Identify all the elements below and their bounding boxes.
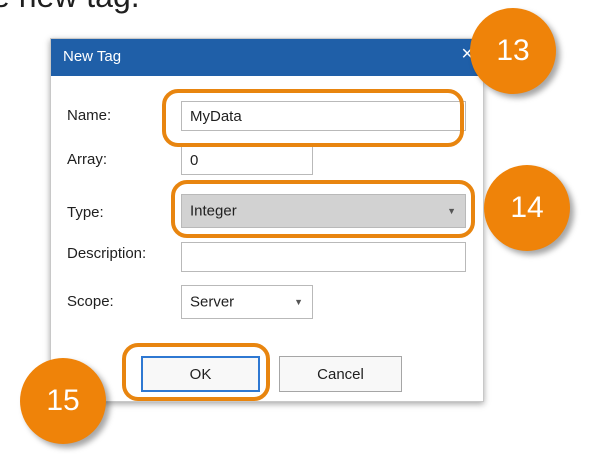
instruction-text: e new tag. — [0, 0, 140, 15]
array-label: Array: — [67, 151, 108, 168]
dialog-title: New Tag — [63, 48, 122, 65]
callout-13: 13 — [470, 8, 556, 94]
type-dropdown-highlight — [171, 180, 475, 238]
scope-dropdown[interactable]: Server ▼ — [181, 285, 313, 319]
description-label: Description: — [67, 245, 147, 262]
description-field[interactable] — [181, 242, 466, 272]
chevron-down-icon[interactable]: ▼ — [294, 297, 303, 307]
ok-button-highlight — [122, 343, 270, 401]
array-field[interactable]: 0 — [181, 145, 313, 175]
array-value: 0 — [190, 151, 199, 169]
callout-15: 15 — [20, 358, 106, 444]
cancel-button[interactable]: Cancel — [279, 356, 402, 392]
name-label: Name: — [67, 107, 112, 124]
name-field-highlight — [162, 89, 464, 147]
dialog-titlebar: New Tag × — [51, 39, 483, 76]
type-label: Type: — [67, 204, 104, 221]
scope-value: Server — [190, 293, 235, 311]
scope-label: Scope: — [67, 293, 114, 310]
callout-14: 14 — [484, 165, 570, 251]
